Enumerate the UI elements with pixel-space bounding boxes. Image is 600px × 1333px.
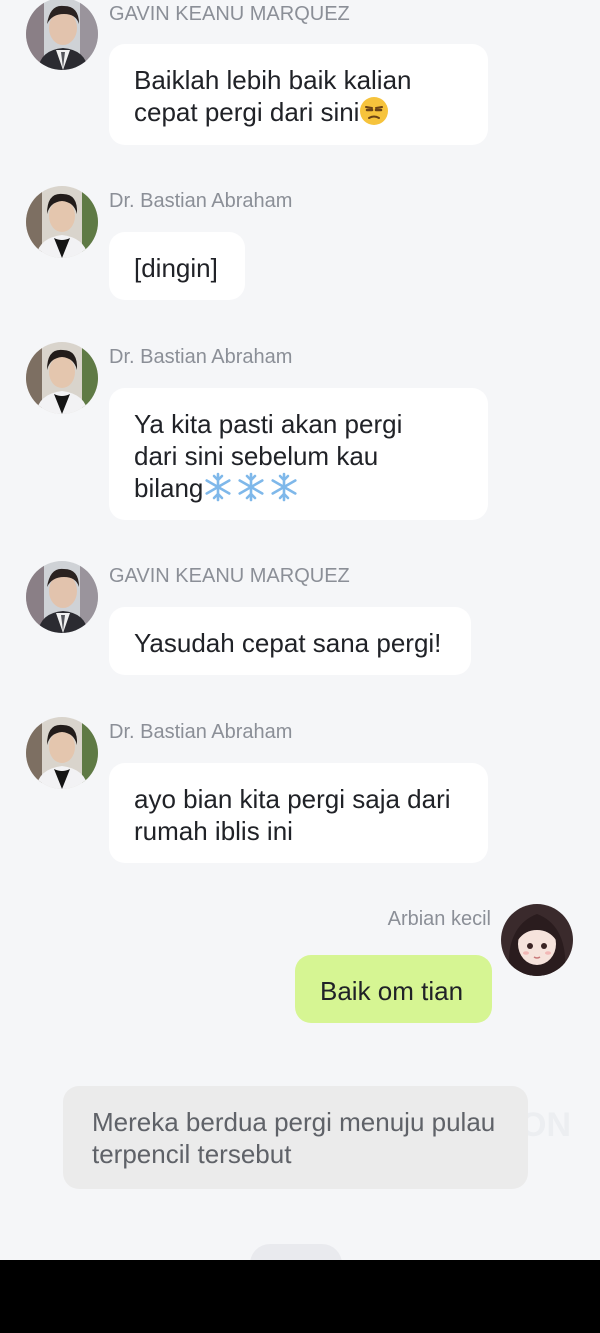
message-bubble[interactable]: Baiklah lebih baik kalian cepat pergi da… (109, 44, 488, 145)
avatar-gavin[interactable] (26, 561, 98, 633)
message-bubble[interactable]: Yasudah cepat sana pergi! (109, 607, 471, 675)
message-text: Yasudah cepat sana pergi! (134, 628, 442, 658)
my-message-bubble[interactable]: Baik om tian (295, 955, 492, 1023)
unamused-face-emoji-icon (360, 97, 389, 125)
sender-name: GAVIN KEANU MARQUEZ (109, 565, 350, 587)
system-navigation-bar (0, 1260, 600, 1333)
avatar-bastian[interactable] (26, 186, 98, 258)
narration-text: Mereka berdua pergi menuju pulau terpenc… (92, 1107, 496, 1169)
chat-area[interactable]: GAVIN KEANU MARQUEZ Baiklah lebih baik k… (0, 0, 600, 1260)
message-bubble[interactable]: [dingin] (109, 232, 245, 300)
avatar-gavin-icon (26, 0, 98, 70)
avatar-gavin[interactable] (26, 0, 98, 70)
avatar-arbian-icon (501, 904, 573, 976)
sender-name: Dr. Bastian Abraham (109, 190, 293, 212)
message-bubble[interactable]: Ya kita pasti akan pergi dari sini sebel… (109, 388, 488, 520)
message-bubble[interactable]: ayo bian kita pergi saja dari rumah ibli… (109, 763, 488, 863)
sender-name: Dr. Bastian Abraham (109, 721, 293, 743)
sender-name: Arbian kecil (387, 908, 491, 930)
avatar-bastian-icon (26, 342, 98, 414)
snowflake-emoji-icon (271, 472, 298, 502)
avatar-bastian[interactable] (26, 717, 98, 789)
avatar-gavin-icon (26, 561, 98, 633)
message-text: Baik om tian (320, 976, 464, 1006)
message-text: Ya kita pasti akan pergi dari sini sebel… (134, 409, 403, 503)
avatar-bastian-icon (26, 717, 98, 789)
sender-name: Dr. Bastian Abraham (109, 346, 293, 368)
snowflake-emoji-icon (205, 472, 232, 502)
avatar-bastian[interactable] (26, 342, 98, 414)
message-text: ayo bian kita pergi saja dari rumah ibli… (134, 784, 451, 846)
sender-name: GAVIN KEANU MARQUEZ (109, 3, 350, 25)
avatar-bastian-icon (26, 186, 98, 258)
snowflake-emoji-icon (238, 472, 265, 502)
scroll-to-bottom-button[interactable] (250, 1244, 342, 1260)
message-text: [dingin] (134, 253, 218, 283)
narration-bubble: Mereka berdua pergi menuju pulau terpenc… (63, 1086, 528, 1189)
avatar-arbian[interactable] (501, 904, 573, 976)
